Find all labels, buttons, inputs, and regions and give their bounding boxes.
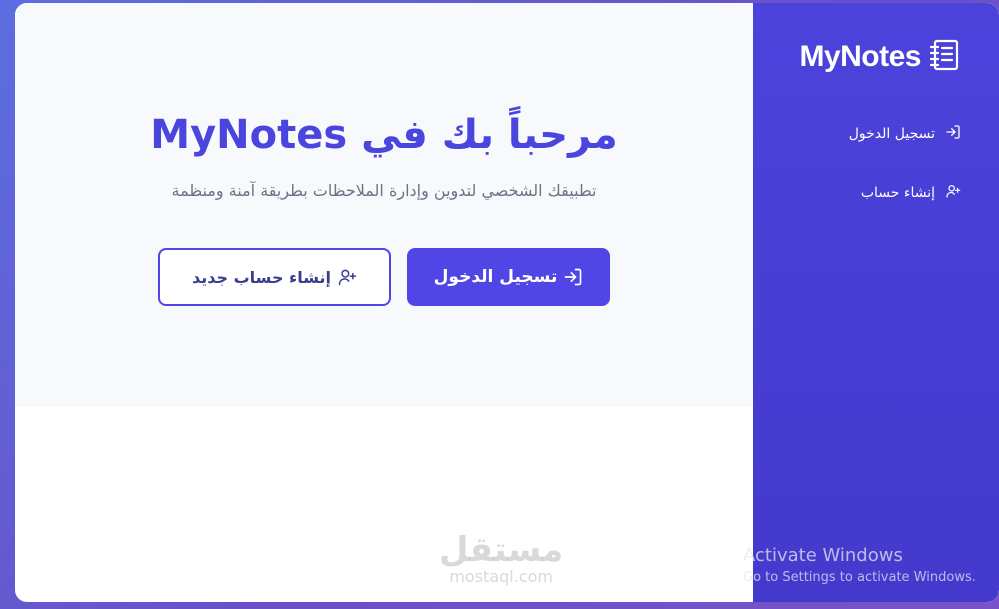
sidebar-item-label: تسجيل الدخول [848, 126, 935, 142]
register-button[interactable]: إنشاء حساب جديد [158, 248, 391, 306]
register-button-label: إنشاء حساب جديد [191, 267, 332, 287]
login-icon [563, 267, 583, 287]
activate-subtitle: Go to Settings to activate Windows. [743, 570, 976, 585]
activate-windows-notice: Activate Windows Go to Settings to activ… [743, 545, 976, 585]
notebook-icon [929, 39, 959, 75]
hero-section: مرحباً بك في MyNotes تطبيقك الشخصي لتدوي… [15, 3, 753, 407]
sidebar-item-login[interactable]: تسجيل الدخول [849, 124, 961, 144]
sidebar-item-register[interactable]: إنشاء حساب [861, 183, 961, 203]
brand[interactable]: MyNotes [799, 39, 959, 75]
login-button[interactable]: تسجيل الدخول [407, 248, 610, 306]
sidebar-item-label: إنشاء حساب [860, 185, 935, 201]
user-plus-icon [337, 267, 357, 287]
watermark-latin: mostaql.com [449, 567, 553, 586]
brand-name: MyNotes [799, 40, 921, 73]
user-plus-icon [945, 183, 961, 203]
main-card: مرحباً بك في MyNotes تطبيقك الشخصي لتدوي… [15, 3, 999, 602]
hero-subtitle: تطبيقك الشخصي لتدوين وإدارة الملاحظات بط… [171, 181, 597, 200]
sidebar: MyNotes تسجيل الدخول إنشاء حساب [753, 3, 999, 602]
hero-title: مرحباً بك في MyNotes [150, 112, 618, 158]
mostaql-watermark: مستقل mostaql.com [439, 533, 563, 585]
watermark-arabic: مستقل [439, 530, 564, 570]
login-button-label: تسجيل الدخول [433, 267, 558, 287]
activate-title: Activate Windows [743, 545, 903, 566]
login-icon [945, 124, 961, 144]
